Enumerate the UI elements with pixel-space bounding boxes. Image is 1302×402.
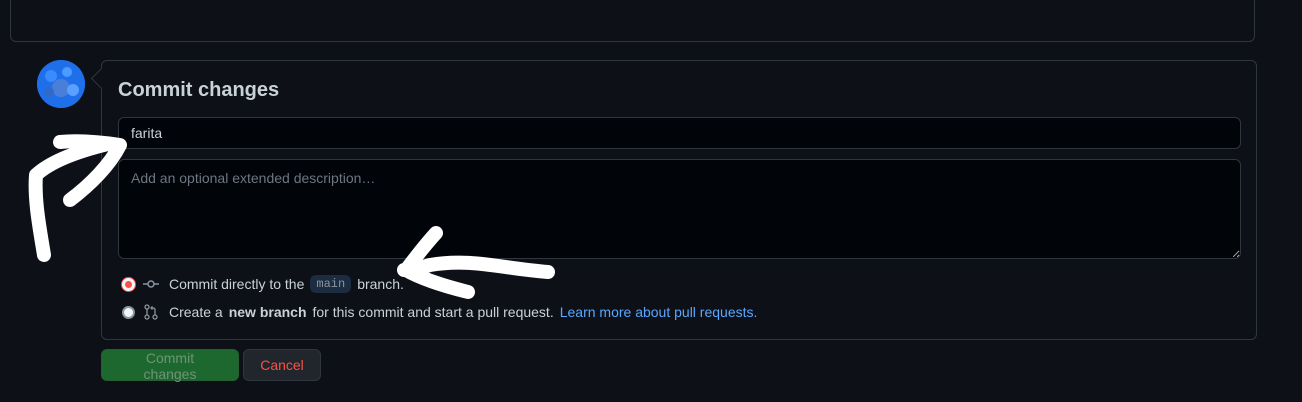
git-pull-request-icon — [143, 304, 159, 320]
commit-changes-button[interactable]: Commit changes — [101, 349, 239, 382]
commit-form: Commit changes Commit directly to the ma… — [90, 60, 1257, 340]
commit-description-textarea[interactable] — [118, 159, 1241, 259]
learn-more-pull-requests-link[interactable]: Learn more about pull requests. — [560, 304, 758, 320]
new-branch-option[interactable]: Create a new branch for this commit and … — [122, 304, 757, 320]
branch-name: main — [310, 275, 352, 293]
file-editor-panel — [10, 0, 1255, 42]
avatar — [37, 60, 85, 108]
new-branch-bold: new branch — [228, 304, 307, 320]
new-branch-prefix: Create a — [169, 304, 223, 320]
git-commit-icon — [143, 276, 159, 292]
commit-direct-option[interactable]: Commit directly to the main branch. — [122, 275, 404, 293]
avatar-pointer — [90, 67, 113, 90]
new-branch-suffix: for this commit and start a pull request… — [312, 304, 554, 320]
commit-direct-suffix: branch. — [357, 276, 404, 292]
commit-direct-prefix: Commit directly to the — [169, 276, 305, 292]
new-branch-radio[interactable] — [122, 305, 135, 319]
cancel-button[interactable]: Cancel — [243, 349, 321, 381]
commit-direct-radio[interactable] — [122, 277, 135, 291]
commit-summary-input[interactable] — [118, 117, 1241, 149]
commit-heading: Commit changes — [118, 79, 280, 101]
